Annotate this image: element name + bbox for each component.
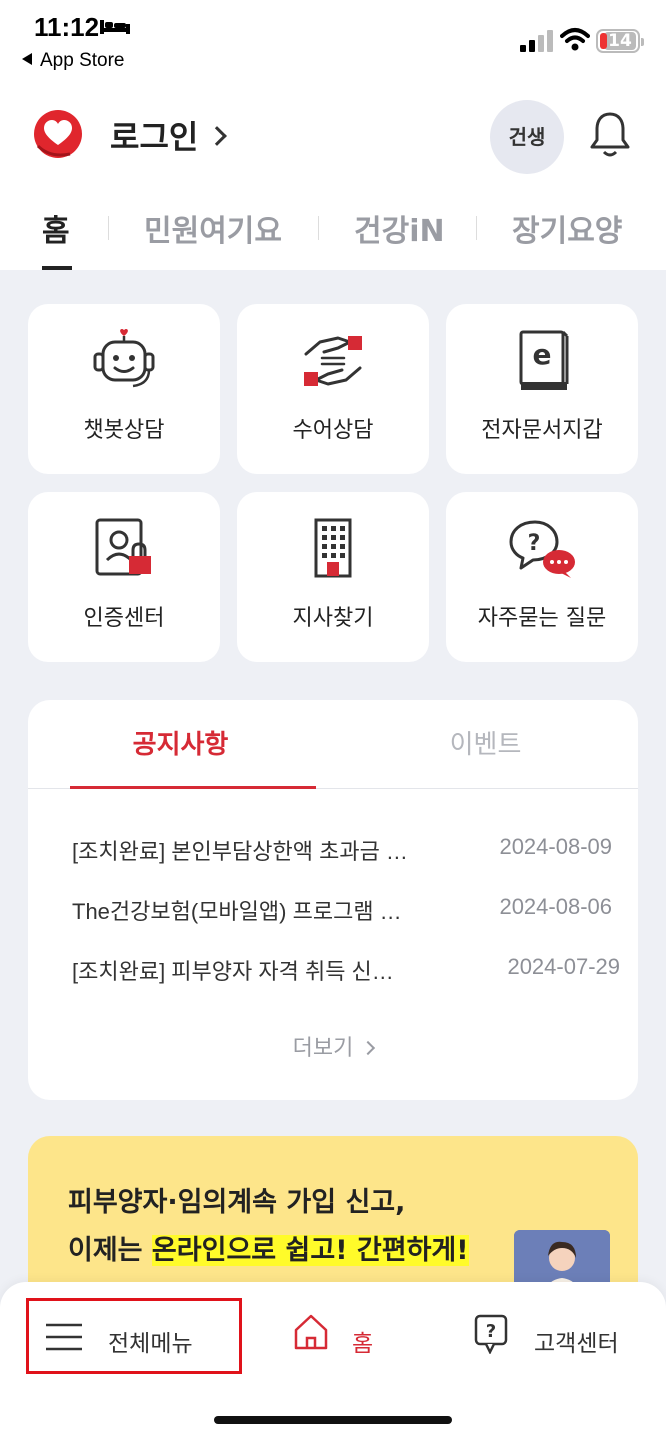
svg-text:?: ?: [486, 1321, 496, 1342]
quick-menu-sign-language[interactable]: 수어상담: [237, 304, 429, 474]
home-icon: [294, 1314, 328, 1350]
quick-menu-label: 인증센터: [83, 606, 165, 631]
tab-events[interactable]: 이벤트: [333, 724, 638, 761]
svg-text:?: ?: [528, 531, 541, 556]
tab-notices[interactable]: 공지사항: [28, 724, 333, 761]
e-document-icon: e: [519, 330, 569, 390]
notification-bell-icon[interactable]: [588, 110, 632, 160]
quick-menu-label: 전자문서지갑: [481, 418, 603, 443]
battery-fill: [600, 33, 607, 49]
tab-divider: [108, 216, 109, 240]
battery-level: 14: [604, 32, 636, 50]
quick-menu-chatbot[interactable]: 챗봇상담: [28, 304, 220, 474]
tab-divider: [318, 216, 319, 240]
notice-date: 2024-08-06: [499, 894, 612, 919]
battery-icon: 14: [596, 29, 644, 53]
back-to-app-store[interactable]: App Store: [22, 50, 125, 72]
quick-menu-certificate-center[interactable]: 인증센터: [28, 492, 220, 662]
active-tab-indicator: [42, 266, 72, 270]
tab-long-term-care[interactable]: 장기요양: [512, 206, 622, 250]
active-notice-tab-indicator: [70, 786, 316, 789]
nav-all-menu[interactable]: 전체메뉴: [42, 1302, 232, 1374]
notice-date: 2024-07-29: [507, 954, 620, 979]
nhis-logo-icon: [34, 110, 82, 158]
status-bar: 11:12 App Store 14: [0, 0, 666, 80]
notice-title: [조치완료] 피부양자 자격 취득 신…: [72, 959, 394, 984]
login-link[interactable]: 로그인: [110, 112, 228, 158]
nav-customer-center-label: 고객센터: [534, 1331, 619, 1357]
nav-home[interactable]: 홈: [290, 1302, 400, 1374]
main-tabs: 홈 민원여기요 건강iN 장기요양: [0, 200, 666, 270]
chevron-right-icon: [207, 126, 228, 146]
quick-menu-faq[interactable]: ? 자주묻는 질문: [446, 492, 638, 662]
nav-customer-center[interactable]: ? 고객센터: [474, 1302, 634, 1374]
banner-line-2: 이제는 온라인으로 쉽고! 간편하게!: [68, 1235, 469, 1266]
more-notices-link[interactable]: 더보기: [28, 1030, 638, 1062]
chatbot-icon: [93, 328, 155, 388]
tab-home[interactable]: 홈: [42, 206, 70, 250]
quick-menu-label: 수어상담: [292, 418, 374, 443]
building-icon: [314, 518, 352, 578]
notice-item[interactable]: [조치완료] 피부양자 자격 취득 신… 2024-07-29: [72, 954, 620, 988]
quick-menu-label: 챗봇상담: [83, 418, 165, 443]
wifi-icon: [560, 28, 590, 51]
sign-language-icon: [304, 336, 362, 386]
help-question-icon: ?: [474, 1314, 508, 1354]
app-header: 로그인 건생 홈 민원여기요 건강iN 장기요양: [0, 80, 666, 270]
sleep-bed-icon: [100, 20, 130, 34]
notice-date: 2024-08-09: [499, 834, 612, 859]
tab-health-in[interactable]: 건강iN: [354, 206, 445, 250]
chevron-right-icon: [361, 1040, 376, 1056]
nav-home-label: 홈: [352, 1331, 374, 1357]
tab-divider: [476, 216, 477, 240]
status-time: 11:12: [34, 12, 100, 42]
battery-nub: [641, 38, 644, 46]
notice-title: The건강보험(모바일앱) 프로그램 …: [72, 899, 402, 924]
banner-highlight: 온라인으로 쉽고! 간편하게!: [151, 1235, 469, 1266]
quick-menu-label: 자주묻는 질문: [477, 606, 607, 631]
faq-chat-icon: ?: [509, 520, 575, 578]
quick-menu-label: 지사찾기: [292, 606, 374, 631]
quick-menu-e-document-wallet[interactable]: e 전자문서지갑: [446, 304, 638, 474]
notice-panel: 공지사항 이벤트 [조치완료] 본인부담상한액 초과금 … 2024-08-09…: [28, 700, 638, 1100]
home-indicator[interactable]: [214, 1416, 452, 1424]
tab-civil-complaint[interactable]: 민원여기요: [144, 206, 282, 250]
certificate-lock-icon: [95, 518, 151, 576]
svg-text:e: e: [533, 338, 552, 371]
notice-title: [조치완료] 본인부담상한액 초과금 …: [72, 839, 408, 864]
banner-line-1: 피부양자·임의계속 가입 신고,: [68, 1187, 406, 1218]
notice-item[interactable]: [조치완료] 본인부담상한액 초과금 … 2024-08-09: [72, 834, 612, 868]
cellular-signal-icon: [520, 30, 553, 52]
hamburger-menu-icon: [46, 1323, 82, 1351]
notice-item[interactable]: The건강보험(모바일앱) 프로그램 … 2024-08-06: [72, 894, 612, 928]
back-arrow-icon: [22, 53, 32, 65]
nav-all-menu-label: 전체메뉴: [108, 1331, 193, 1357]
profile-badge[interactable]: 건생: [490, 100, 564, 174]
quick-menu-find-branch[interactable]: 지사찾기: [237, 492, 429, 662]
